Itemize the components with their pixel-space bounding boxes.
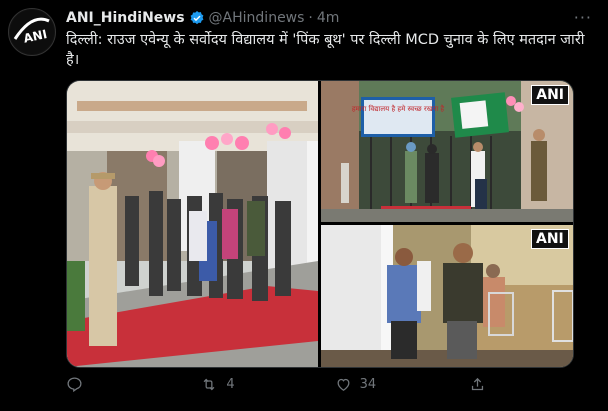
heart-icon [337,378,350,391]
ani-logo-icon: ANI [10,10,54,54]
photo-voters-corridor[interactable]: ANI [321,225,573,367]
photo-school-gate[interactable]: हमारा विद्यालय है हमे स्वच्छ रखना है ANI [321,81,573,222]
more-options-icon[interactable]: ··· [574,8,592,27]
share-icon [471,377,484,391]
ani-watermark-badge: ANI [531,229,569,249]
retweet-button[interactable]: 4 [200,376,334,393]
author-handle[interactable]: @AHindinews [209,10,305,26]
reply-button[interactable] [66,376,200,393]
ani-watermark-badge: ANI [531,85,569,105]
media-grid[interactable]: हमारा विद्यालय है हमे स्वच्छ रखना है ANI [66,80,574,368]
photo-pink-booth-queue[interactable] [67,81,318,367]
author-name[interactable]: ANI_HindiNews [66,10,185,26]
reply-icon [67,377,82,393]
tweet-timestamp[interactable]: 4m [317,10,340,26]
verified-badge-icon [189,10,205,26]
tweet-header: ANI_HindiNews @AHindinews · 4m [66,8,568,28]
share-button[interactable] [469,376,486,393]
retweet-count: 4 [226,377,235,392]
tweet-text: दिल्ली: राउज एवेन्यू के सर्वोदय विद्यालय… [66,32,585,68]
like-button[interactable]: 34 [335,376,469,393]
separator-dot: · [308,10,313,26]
like-count: 34 [359,377,377,392]
retweet-icon [203,378,215,391]
tweet-actions: 4 34 [66,376,486,393]
sign-text: हमारा विद्यालय है हमे स्वच्छ रखना है [352,104,444,113]
avatar[interactable]: ANI [8,8,56,56]
